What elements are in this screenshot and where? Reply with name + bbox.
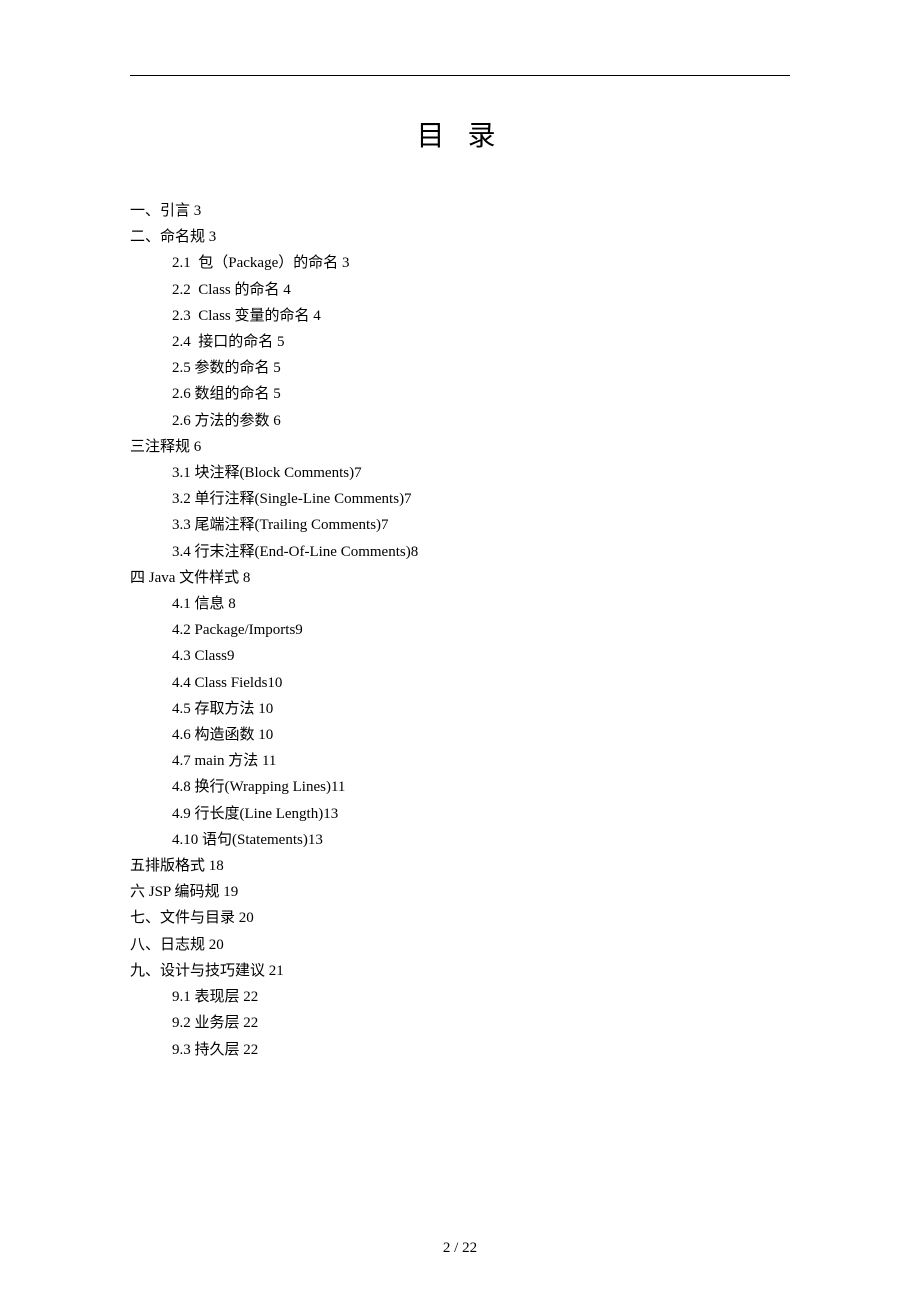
toc-entry: 3.2 单行注释(Single-Line Comments)7 xyxy=(130,486,790,512)
toc-entry: 二、命名规 3 xyxy=(130,224,790,250)
toc-title: 目 录 xyxy=(130,114,790,154)
toc-entry: 2.6 数组的命名 5 xyxy=(130,381,790,407)
document-page: 目 录 一、引言 3二、命名规 32.1 包（Package）的命名 32.2 … xyxy=(0,0,920,1063)
toc-entry: 2.2 Class 的命名 4 xyxy=(130,277,790,303)
toc-entry: 4.4 Class Fields10 xyxy=(130,670,790,696)
toc-entry: 9.2 业务层 22 xyxy=(130,1010,790,1036)
toc-entry: 9.3 持久层 22 xyxy=(130,1037,790,1063)
toc-entry: 九、设计与技巧建议 21 xyxy=(130,958,790,984)
toc-entry: 4.6 构造函数 10 xyxy=(130,722,790,748)
toc-entry: 2.5 参数的命名 5 xyxy=(130,355,790,381)
toc-entry: 三注释规 6 xyxy=(130,434,790,460)
toc-entry: 2.4 接口的命名 5 xyxy=(130,329,790,355)
toc-entry: 四 Java 文件样式 8 xyxy=(130,565,790,591)
toc-entry: 3.1 块注释(Block Comments)7 xyxy=(130,460,790,486)
table-of-contents: 一、引言 3二、命名规 32.1 包（Package）的命名 32.2 Clas… xyxy=(130,198,790,1063)
toc-entry: 七、文件与目录 20 xyxy=(130,905,790,931)
toc-entry: 4.5 存取方法 10 xyxy=(130,696,790,722)
toc-entry: 9.1 表现层 22 xyxy=(130,984,790,1010)
toc-entry: 2.1 包（Package）的命名 3 xyxy=(130,250,790,276)
toc-entry: 4.10 语句(Statements)13 xyxy=(130,827,790,853)
toc-entry: 五排版格式 18 xyxy=(130,853,790,879)
toc-entry: 4.7 main 方法 11 xyxy=(130,748,790,774)
toc-entry: 一、引言 3 xyxy=(130,198,790,224)
toc-entry: 4.9 行长度(Line Length)13 xyxy=(130,801,790,827)
toc-entry: 4.1 信息 8 xyxy=(130,591,790,617)
toc-entry: 3.3 尾端注释(Trailing Comments)7 xyxy=(130,512,790,538)
toc-entry: 4.2 Package/Imports9 xyxy=(130,617,790,643)
page-footer: 2 / 22 xyxy=(0,1240,920,1257)
toc-entry: 4.8 换行(Wrapping Lines)11 xyxy=(130,774,790,800)
header-rule xyxy=(130,75,790,76)
toc-entry: 4.3 Class9 xyxy=(130,643,790,669)
toc-entry: 3.4 行末注释(End-Of-Line Comments)8 xyxy=(130,539,790,565)
toc-entry: 六 JSP 编码规 19 xyxy=(130,879,790,905)
toc-entry: 2.3 Class 变量的命名 4 xyxy=(130,303,790,329)
toc-entry: 八、日志规 20 xyxy=(130,932,790,958)
toc-entry: 2.6 方法的参数 6 xyxy=(130,408,790,434)
